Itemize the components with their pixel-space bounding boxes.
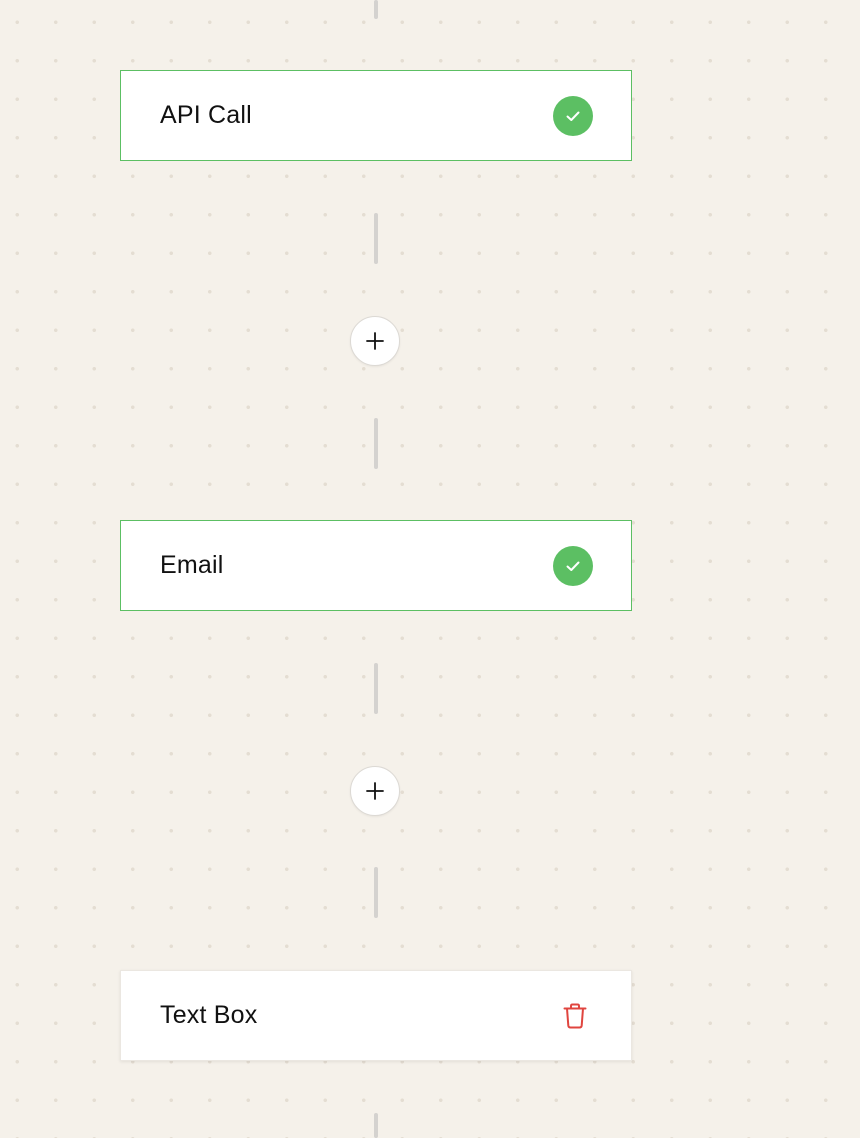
connector-line [374, 0, 378, 19]
flow-node-api-call[interactable]: API Call [120, 70, 632, 161]
plus-icon [366, 332, 384, 350]
flow-node-email[interactable]: Email [120, 520, 632, 611]
add-step-button[interactable] [350, 766, 400, 816]
check-circle-icon [553, 95, 593, 136]
connector-line [374, 418, 378, 469]
connector-line [374, 213, 378, 264]
plus-icon [366, 782, 384, 800]
node-title: Text Box [160, 1001, 258, 1029]
connector-line [374, 663, 378, 714]
add-step-button[interactable] [350, 316, 400, 366]
node-title: API Call [160, 101, 252, 129]
connector-line [374, 1113, 378, 1138]
check-circle-icon [553, 545, 593, 586]
node-title: Email [160, 551, 224, 579]
trash-icon [563, 1003, 587, 1028]
connector-line [374, 867, 378, 918]
flow-node-text-box[interactable]: Text Box [120, 970, 632, 1061]
delete-node-button[interactable] [555, 996, 595, 1036]
